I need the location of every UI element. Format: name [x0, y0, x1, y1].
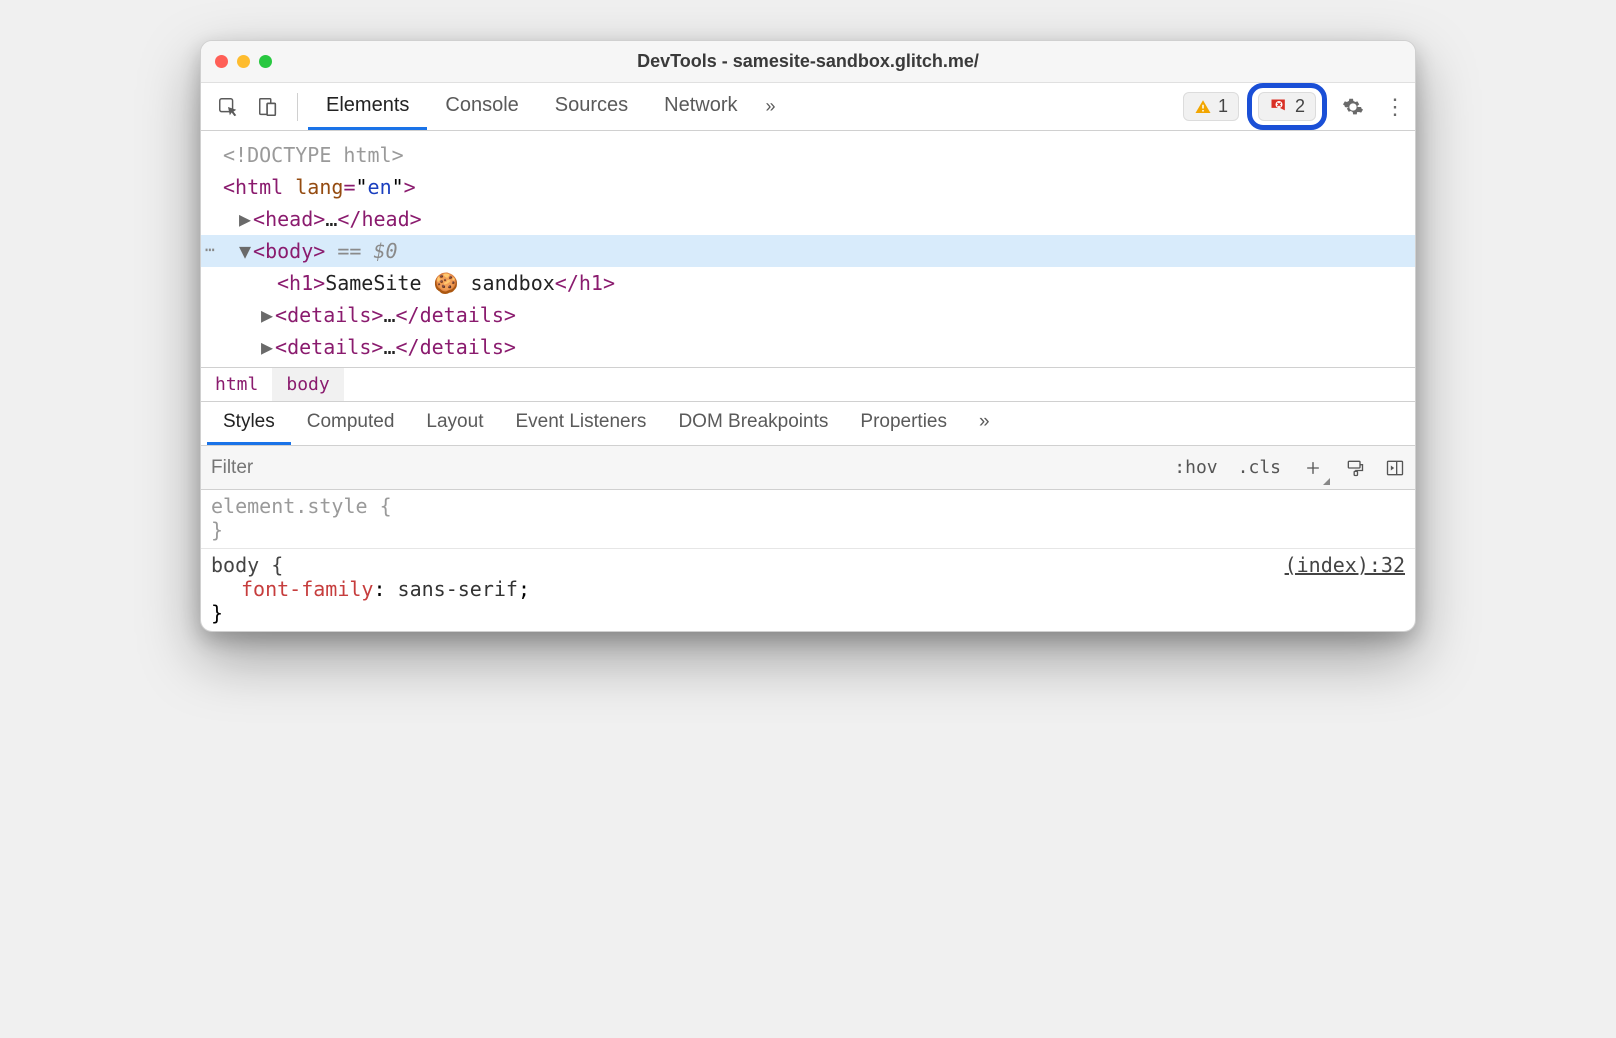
- toggle-sidebar-icon[interactable]: [1383, 456, 1407, 480]
- subtab-dom-breakpoints[interactable]: DOM Breakpoints: [662, 402, 844, 445]
- warning-icon: [1194, 98, 1212, 116]
- traffic-lights: [215, 55, 272, 68]
- zoom-window-button[interactable]: [259, 55, 272, 68]
- styles-filter-input[interactable]: [201, 457, 1164, 479]
- tab-elements[interactable]: Elements: [308, 83, 427, 130]
- expand-icon[interactable]: ▶: [239, 207, 251, 231]
- styles-subtabs: Styles Computed Layout Event Listeners D…: [201, 402, 1415, 446]
- collapse-icon[interactable]: ▼: [239, 239, 251, 263]
- devtools-window: DevTools - samesite-sandbox.glitch.me/ E…: [200, 40, 1416, 632]
- expand-icon[interactable]: ▶: [261, 335, 273, 359]
- dom-h1[interactable]: <h1>SameSite 🍪 sandbox</h1>: [201, 267, 1415, 299]
- hov-toggle[interactable]: :hov: [1164, 457, 1227, 478]
- more-tabs-button[interactable]: »: [756, 96, 786, 117]
- breadcrumbs: html body: [201, 367, 1415, 402]
- device-toolbar-icon[interactable]: [255, 94, 281, 120]
- issues-badge-highlight: 2: [1247, 83, 1327, 130]
- dom-tree[interactable]: <!DOCTYPE html> <html lang="en"> ▶<head>…: [201, 131, 1415, 367]
- titlebar: DevTools - samesite-sandbox.glitch.me/: [201, 41, 1415, 83]
- cls-toggle[interactable]: .cls: [1228, 457, 1291, 478]
- issues-count: 2: [1295, 96, 1305, 117]
- warnings-count: 1: [1218, 96, 1228, 117]
- subtab-event-listeners[interactable]: Event Listeners: [499, 402, 662, 445]
- dom-html-open[interactable]: <html lang="en">: [201, 171, 1415, 203]
- toolbar-separator: [297, 93, 298, 121]
- styles-pane: element.style { } (index):32 body { font…: [201, 490, 1415, 631]
- dom-body-selected[interactable]: ▼<body> == $0: [201, 235, 1415, 267]
- subtab-computed[interactable]: Computed: [291, 402, 411, 445]
- subtab-properties[interactable]: Properties: [844, 402, 963, 445]
- subtab-layout[interactable]: Layout: [410, 402, 499, 445]
- paint-icon[interactable]: [1343, 456, 1367, 480]
- issues-icon: [1269, 97, 1289, 117]
- crumb-body[interactable]: body: [272, 368, 343, 401]
- close-window-button[interactable]: [215, 55, 228, 68]
- tab-sources[interactable]: Sources: [537, 83, 646, 130]
- rule-source-link[interactable]: (index):32: [1285, 553, 1405, 577]
- minimize-window-button[interactable]: [237, 55, 250, 68]
- dom-details-2[interactable]: ▶<details>…</details>: [201, 331, 1415, 363]
- body-rule[interactable]: (index):32 body { font-family: sans-seri…: [201, 549, 1415, 631]
- tab-console[interactable]: Console: [427, 83, 536, 130]
- status-badges: 1 2: [1183, 83, 1327, 130]
- main-tabs: Elements Console Sources Network: [308, 83, 756, 130]
- tab-network[interactable]: Network: [646, 83, 755, 130]
- subtab-styles[interactable]: Styles: [207, 402, 291, 445]
- expand-icon[interactable]: ▶: [261, 303, 273, 327]
- inspect-element-icon[interactable]: [215, 94, 241, 120]
- dom-details-1[interactable]: ▶<details>…</details>: [201, 299, 1415, 331]
- element-style-rule[interactable]: element.style { }: [201, 490, 1415, 549]
- crumb-html[interactable]: html: [201, 368, 272, 401]
- dom-head[interactable]: ▶<head>…</head>: [201, 203, 1415, 235]
- styles-filter-bar: :hov .cls: [201, 446, 1415, 490]
- issues-badge[interactable]: 2: [1258, 92, 1316, 121]
- main-toolbar: Elements Console Sources Network » 1 2 ⋮: [201, 83, 1415, 131]
- css-property[interactable]: font-family: sans-serif;: [211, 577, 1405, 601]
- settings-icon[interactable]: [1341, 95, 1365, 119]
- new-style-rule-icon[interactable]: [1299, 454, 1327, 482]
- subtab-more[interactable]: »: [963, 402, 1006, 445]
- warnings-badge[interactable]: 1: [1183, 92, 1239, 121]
- more-options-icon[interactable]: ⋮: [1383, 95, 1407, 119]
- dom-doctype[interactable]: <!DOCTYPE html>: [201, 139, 1415, 171]
- window-title: DevTools - samesite-sandbox.glitch.me/: [201, 51, 1415, 72]
